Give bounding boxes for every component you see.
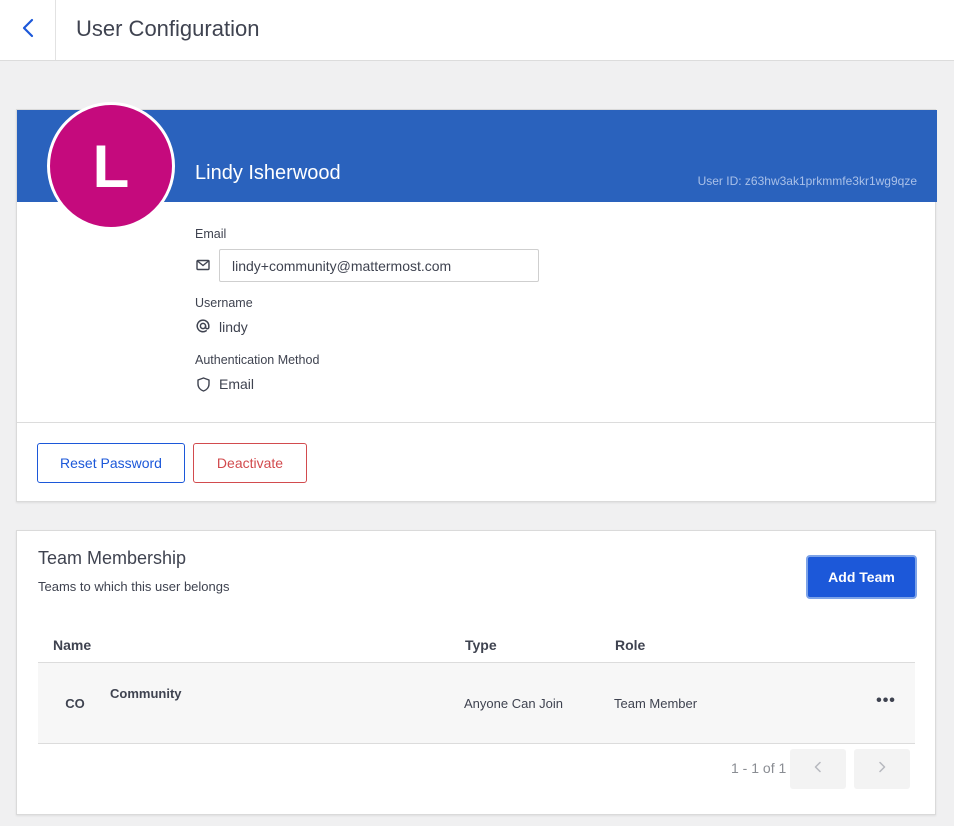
next-page-button[interactable] xyxy=(854,749,910,789)
user-card: Lindy Isherwood User ID: z63hw3ak1prkmmf… xyxy=(16,102,937,502)
add-team-button[interactable]: Add Team xyxy=(806,555,917,599)
user-id: User ID: z63hw3ak1prkmmfe3kr1wg9qze xyxy=(697,174,917,188)
username-label: Username xyxy=(195,296,253,310)
auth-method-value: Email xyxy=(219,376,255,392)
previous-page-button[interactable] xyxy=(790,749,846,789)
team-membership-title: Team Membership xyxy=(38,548,187,568)
team-membership-subtitle: Teams to which this user belongs xyxy=(38,579,230,594)
at-sign-icon xyxy=(195,318,211,334)
top-bar: User Configuration xyxy=(0,0,954,61)
team-icon: CO xyxy=(65,695,85,711)
team-role: Team Member xyxy=(614,696,698,711)
shield-icon xyxy=(195,376,211,392)
reset-password-button[interactable]: Reset Password xyxy=(37,443,185,483)
chevron-right-icon xyxy=(878,760,886,778)
email-field[interactable] xyxy=(219,249,539,282)
email-label: Email xyxy=(195,227,227,241)
table-row: CO Community Anyone Can Join Team Member… xyxy=(38,663,915,744)
page-title: User Configuration xyxy=(76,16,260,41)
team-name: Community xyxy=(110,686,182,701)
column-header-role: Role xyxy=(615,637,646,653)
column-header-type: Type xyxy=(465,637,497,653)
deactivate-button[interactable]: Deactivate xyxy=(193,443,307,483)
chevron-left-icon xyxy=(814,760,822,778)
chevron-left-icon xyxy=(21,18,35,43)
team-type: Anyone Can Join xyxy=(464,696,564,711)
column-header-name: Name xyxy=(53,637,92,653)
card-divider xyxy=(17,422,935,423)
envelope-icon xyxy=(195,257,211,273)
avatar: L xyxy=(47,102,175,230)
back-button[interactable] xyxy=(0,0,56,60)
dots-horizontal-icon[interactable]: ••• xyxy=(874,689,898,713)
user-name: Lindy Isherwood xyxy=(195,162,341,184)
username-value: lindy xyxy=(219,319,248,335)
pagination-count: 1 - 1 of 1 xyxy=(731,760,787,776)
auth-method-label: Authentication Method xyxy=(195,353,320,367)
team-membership-card: Team Membership Teams to which this user… xyxy=(16,530,936,815)
